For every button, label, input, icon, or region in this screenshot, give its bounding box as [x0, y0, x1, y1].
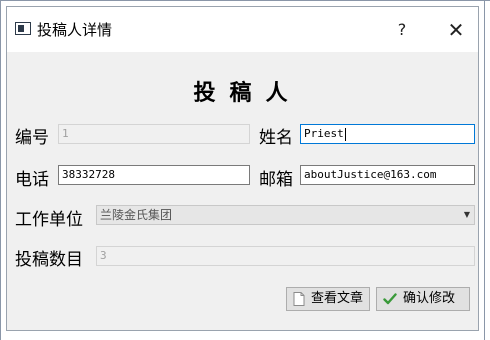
workplace-select-value: 兰陵金氏集团 — [100, 208, 173, 222]
phone-field[interactable]: 38332728 — [58, 165, 250, 185]
check-icon — [383, 293, 397, 305]
page-title: 投稿人 — [193, 80, 302, 106]
help-button[interactable]: ? — [384, 17, 420, 43]
title-bar[interactable]: 投稿人详情 ? ✕ — [7, 7, 478, 52]
confirm-edit-button[interactable]: 确认修改 — [376, 287, 470, 311]
contributor-detail-dialog: 投稿人详情 ? ✕ 投稿人 编号 1 姓名 Priest 电话 38332728… — [6, 6, 479, 331]
background-window-edge — [0, 0, 490, 1]
name-field[interactable]: Priest — [300, 124, 475, 144]
close-button[interactable]: ✕ — [438, 17, 474, 43]
confirm-edit-label: 确认修改 — [403, 291, 456, 306]
view-articles-label: 查看文章 — [311, 291, 364, 306]
workplace-label: 工作单位 — [15, 210, 83, 230]
name-field-value: Priest — [304, 127, 344, 140]
window-title: 投稿人详情 — [37, 21, 113, 39]
submission-count-field: 3 — [96, 246, 475, 266]
dropdown-arrow-icon: ▼ — [463, 210, 470, 219]
id-field: 1 — [58, 124, 250, 144]
email-field[interactable]: aboutJustice@163.com — [300, 165, 475, 185]
count-label: 投稿数目 — [15, 250, 83, 270]
background-window-edge — [484, 0, 485, 340]
id-label: 编号 — [15, 128, 49, 148]
email-label: 邮箱 — [259, 170, 293, 190]
text-caret — [344, 127, 346, 141]
document-icon — [293, 292, 305, 306]
workplace-select[interactable]: 兰陵金氏集团 ▼ — [96, 205, 475, 225]
name-label: 姓名 — [259, 128, 293, 148]
phone-label: 电话 — [15, 170, 49, 190]
view-articles-button[interactable]: 查看文章 — [286, 287, 370, 311]
window-icon — [15, 22, 31, 35]
background-window-edge — [0, 0, 1, 340]
